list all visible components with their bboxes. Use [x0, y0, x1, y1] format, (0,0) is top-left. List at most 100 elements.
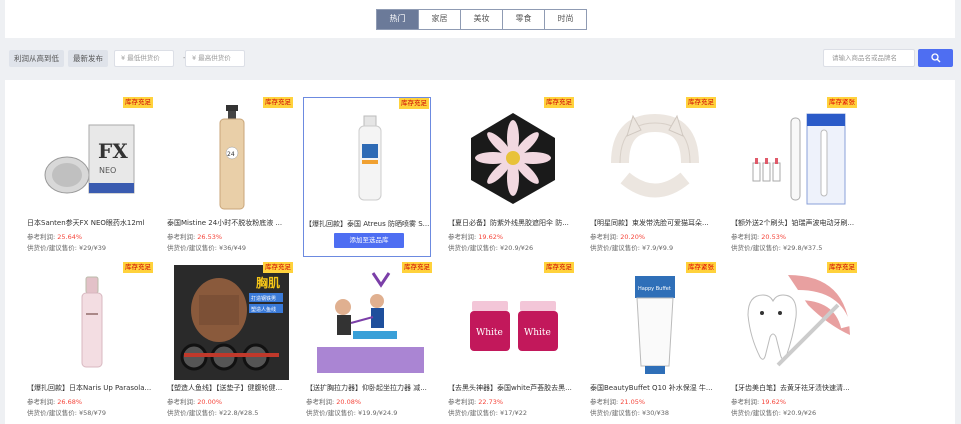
resistance-band-image — [313, 265, 428, 380]
category-panel: 热门 家居 美妆 零食 时尚 — [5, 0, 955, 38]
price-line: 供货价/建议售价: ¥30/¥38 — [590, 409, 669, 417]
stock-badge: 库存充足 — [263, 97, 293, 108]
product-grid: 库存充足 FX NEO 日本Santen参天FX NEO眼药水12ml 参考利润… — [5, 80, 955, 424]
product-title[interactable]: 【夏日必备】防紫外线黑胶遮阳伞 防... — [448, 218, 574, 228]
tab-hot[interactable]: 热门 — [377, 10, 419, 29]
tab-beauty[interactable]: 美妆 — [461, 10, 503, 29]
price-value: ¥22.8/¥28.5 — [218, 409, 259, 417]
chest-slogan-text: 胸肌 — [256, 275, 280, 290]
product-title[interactable]: 【塑造人鱼线】【送垫子】健腹轮健... — [167, 383, 293, 393]
profit-line: 参考利润: 26.53% — [167, 233, 223, 241]
product-title[interactable]: 泰国BeautyBuffet Q10 补水保湿 牛... — [590, 383, 716, 393]
sort-newest-button[interactable]: 最新发布 — [68, 50, 108, 67]
price-value: ¥17/¥22 — [499, 409, 527, 417]
product-card-hovered[interactable]: 库存充足 【爆扎回款】泰国 Atreus 防晒喷雾 S... 添加至选品库 — [303, 97, 431, 257]
price-line: 供货价/建议售价: ¥20.9/¥26 — [731, 409, 817, 417]
product-title[interactable]: 【额外送2个刷头】铂瑞声波电动牙刷... — [731, 218, 857, 228]
profit-line: 参考利润: 20.53% — [731, 233, 787, 241]
profit-value: 22.73% — [478, 398, 504, 406]
price-line: 供货价/建议售价: ¥20.9/¥26 — [448, 244, 534, 252]
sort-profit-button[interactable]: 利润从高到低 — [9, 50, 64, 67]
slogan-line-2: 塑造人鱼线 — [251, 306, 276, 313]
product-card[interactable]: 库存充足 【明星同款】束发带洗脸可爱猫耳朵... 参考利润: 20.20% 供货… — [589, 97, 717, 257]
stock-badge: 库存充足 — [827, 262, 857, 273]
product-card[interactable]: 库存充足 【夏日必备】防紫外线黑胶遮阳伞 防... 参考利润: 19.62% 供 — [447, 97, 575, 257]
cleanser-tube-image: Happy Buffet — [597, 265, 712, 380]
tube-brand-text: Happy Buffet — [638, 286, 671, 292]
product-card[interactable]: 库存充足 【牙齿美白笔】去黄牙祛牙渍快速清... 参考利润: 19.62% 供货… — [730, 262, 858, 422]
stock-badge: 库存充足 — [263, 262, 293, 273]
jar-2-label: White — [524, 328, 551, 338]
product-card[interactable]: 库存充足 【爆扎回款】日本Naris Up Parasola... 参考利润: … — [26, 262, 154, 422]
price-line: 供货价/建议售价: ¥7.9/¥9.9 — [590, 244, 674, 252]
tab-fashion[interactable]: 时尚 — [545, 10, 586, 29]
profit-value: 25.64% — [57, 233, 83, 241]
add-to-library-button[interactable]: 添加至选品库 — [334, 233, 404, 248]
tab-home[interactable]: 家居 — [419, 10, 461, 29]
search-input[interactable]: 请输入商品名或品牌名 — [823, 49, 915, 67]
ab-wheel-image: 胸肌 打造钢铁男 塑造人鱼线 — [174, 265, 289, 380]
jar-1-label: White — [476, 328, 503, 338]
profit-value: 21.05% — [620, 398, 646, 406]
product-card[interactable]: 库存充足 White White 【去黑头神器】泰国white芦荟胶去黑... … — [447, 262, 575, 422]
product-card[interactable]: 库存紧张 Happy Buffet 泰国BeautyBuffet Q10 补水保… — [589, 262, 717, 422]
profit-line: 参考利润: 22.73% — [448, 398, 504, 406]
stock-badge: 库存充足 — [544, 97, 574, 108]
price-value: ¥19.9/¥24.9 — [357, 409, 398, 417]
product-title[interactable]: 【牙齿美白笔】去黄牙祛牙渍快速清... — [731, 383, 857, 393]
price-value: ¥30/¥38 — [641, 409, 669, 417]
headband-image — [597, 100, 712, 215]
max-price-input[interactable]: ¥ 最高供货价 — [185, 50, 245, 67]
profit-value: 19.62% — [478, 233, 504, 241]
profit-line: 参考利润: 20.08% — [306, 398, 362, 406]
profit-line: 参考利润: 19.62% — [731, 398, 787, 406]
box-neo-text: NEO — [99, 166, 116, 175]
stock-badge: 库存充足 — [399, 98, 429, 109]
profit-line: 参考利润: 20.00% — [167, 398, 223, 406]
price-line: 供货价/建议售价: ¥58/¥79 — [27, 409, 106, 417]
price-value: ¥20.9/¥26 — [782, 409, 817, 417]
price-value: ¥7.9/¥9.9 — [641, 244, 674, 252]
spray-bottle-image — [34, 265, 149, 380]
search-icon — [930, 53, 940, 63]
profit-line: 参考利润: 20.20% — [590, 233, 646, 241]
stock-badge: 库存充足 — [123, 262, 153, 273]
profit-value: 19.62% — [761, 398, 787, 406]
stock-badge: 库存充足 — [402, 262, 432, 273]
min-price-input[interactable]: ¥ 最低供货价 — [114, 50, 174, 67]
product-title[interactable]: 【明星同款】束发带洗脸可爱猫耳朵... — [590, 218, 716, 228]
cream-jars-image: White White — [455, 265, 570, 380]
profit-line: 参考利润: 25.64% — [27, 233, 83, 241]
search-button[interactable] — [918, 49, 953, 67]
product-title[interactable]: 泰国Mistine 24小时不脱妆粉底液 ... — [167, 218, 293, 228]
product-title[interactable]: 【送扩胸拉力器】仰卧起坐拉力器 减... — [306, 383, 432, 393]
product-title[interactable]: 【去黑头神器】泰国white芦荟胶去黑... — [448, 383, 574, 393]
product-card[interactable]: 库存充足 【送扩胸拉力器】仰卧起坐拉力器 减... 参考利润: 20.08% 供… — [305, 262, 433, 422]
profit-value: 20.53% — [761, 233, 787, 241]
bottle-24-text: 24 — [227, 151, 235, 158]
electric-toothbrush-image — [738, 100, 853, 215]
price-value: ¥29/¥39 — [78, 244, 106, 252]
stock-badge: 库存紧张 — [686, 262, 716, 273]
product-card[interactable]: 库存充足 FX NEO 日本Santen参天FX NEO眼药水12ml 参考利润… — [26, 97, 154, 257]
eye-drops-image: FX NEO — [34, 100, 149, 215]
tab-snacks[interactable]: 零食 — [503, 10, 545, 29]
profit-value: 20.20% — [620, 233, 646, 241]
price-value: ¥29.8/¥37.5 — [782, 244, 823, 252]
price-value: ¥58/¥79 — [78, 409, 106, 417]
stock-badge: 库存充足 — [123, 97, 153, 108]
product-title[interactable]: 日本Santen参天FX NEO眼药水12ml — [27, 218, 153, 228]
product-card[interactable]: 库存充足 胸肌 打造钢铁男 塑造人鱼线 【塑造人鱼线】【送垫子】健腹轮健... … — [166, 262, 294, 422]
price-line: 供货价/建议售价: ¥17/¥22 — [448, 409, 527, 417]
stock-badge: 库存充足 — [686, 97, 716, 108]
profit-value: 26.68% — [57, 398, 83, 406]
product-card[interactable]: 库存紧张 【额外送2个刷头】铂瑞声波电动牙刷... 参考利润: 20.53% 供… — [730, 97, 858, 257]
profit-value: 26.53% — [197, 233, 223, 241]
box-fx-text: FX — [98, 139, 128, 163]
product-title[interactable]: 【爆扎回款】泰国 Atreus 防晒喷雾 S... — [305, 219, 431, 229]
product-title[interactable]: 【爆扎回款】日本Naris Up Parasola... — [27, 383, 153, 393]
product-card[interactable]: 库存充足 24 泰国Mistine 24小时不脱妆粉底液 ... 参考利润: 2… — [166, 97, 294, 257]
filter-bar: 利润从高到低 最新发布 ¥ 最低供货价 - ¥ 最高供货价 请输入商品名或品牌名 — [5, 44, 955, 74]
price-line: 供货价/建议售价: ¥36/¥49 — [167, 244, 246, 252]
stock-badge: 库存紧张 — [827, 97, 857, 108]
